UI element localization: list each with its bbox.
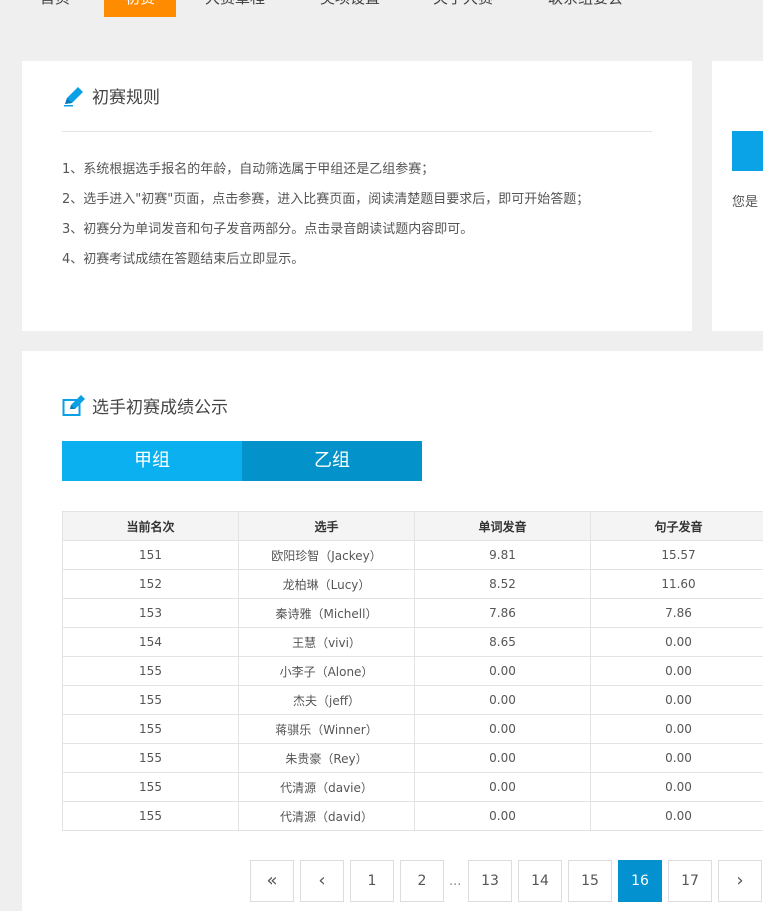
tab-group-a[interactable]: 甲组 [62,441,242,481]
results-header: 选手初赛成绩公示 [62,393,228,418]
column-header: 单词发音 [415,512,591,541]
player-cell: 小李子（Alone） [239,657,415,686]
page-button-15[interactable]: 15 [568,860,612,902]
word-score-cell: 0.00 [415,802,591,831]
player-cell: 朱贵豪（Rey） [239,744,415,773]
table-row: 151 欧阳珍智（Jackey） 9.81 15.57 [63,541,763,570]
next-page-button[interactable]: › [718,860,762,902]
nav-item-rules[interactable]: 大赛章程 [205,0,265,17]
page-button-2[interactable]: 2 [400,860,444,902]
results-title: 选手初赛成绩公示 [92,393,228,418]
column-header: 当前名次 [63,512,239,541]
sentence-score-cell: 0.00 [591,657,763,686]
results-table: 当前名次 选手 单词发音 句子发音 151 欧阳珍智（Jackey） 9.81 … [62,511,763,831]
pencil-icon [62,84,86,108]
pagination-ellipsis: ... [449,874,461,889]
side-card: 您是 [712,61,763,331]
rank-cell: 155 [63,744,239,773]
sentence-score-cell: 0.00 [591,628,763,657]
rank-cell: 155 [63,802,239,831]
edit-note-icon [62,394,86,418]
player-cell: 王慧（vivi） [239,628,415,657]
table-row: 155 代清源（david） 0.00 0.00 [63,802,763,831]
player-cell: 蒋骐乐（Winner） [239,715,415,744]
rank-cell: 155 [63,773,239,802]
nav-item-contact[interactable]: 联系组委会 [548,0,623,17]
rank-cell: 153 [63,599,239,628]
nav-item-about[interactable]: 关于大赛 [433,0,493,17]
side-action-button[interactable] [732,131,763,171]
page-button-13[interactable]: 13 [468,860,512,902]
sentence-score-cell: 7.86 [591,599,763,628]
table-row: 152 龙柏琳（Lucy） 8.52 11.60 [63,570,763,599]
table-row: 155 小李子（Alone） 0.00 0.00 [63,657,763,686]
page-button-16-current[interactable]: 16 [618,860,662,902]
rank-cell: 155 [63,686,239,715]
rank-cell: 151 [63,541,239,570]
sentence-score-cell: 11.60 [591,570,763,599]
word-score-cell: 0.00 [415,686,591,715]
results-card: 选手初赛成绩公示 甲组 乙组 当前名次 选手 单词发音 句子发音 151 欧阳珍… [22,351,763,911]
first-page-button[interactable]: « [250,860,294,902]
divider [62,131,652,132]
table-row: 155 蒋骐乐（Winner） 0.00 0.00 [63,715,763,744]
rank-cell: 155 [63,715,239,744]
word-score-cell: 9.81 [415,541,591,570]
word-score-cell: 0.00 [415,744,591,773]
table-row: 154 王慧（vivi） 8.65 0.00 [63,628,763,657]
table-header-row: 当前名次 选手 单词发音 句子发音 [63,512,763,541]
page-button-1[interactable]: 1 [350,860,394,902]
column-header: 选手 [239,512,415,541]
column-header: 句子发音 [591,512,763,541]
side-text: 您是 [732,191,758,210]
rule-line: 1、系统根据选手报名的年龄，自动筛选属于甲组还是乙组参赛； [62,158,434,177]
rule-line: 4、初赛考试成绩在答题结束后立即显示。 [62,248,304,267]
word-score-cell: 7.86 [415,599,591,628]
rules-title: 初赛规则 [92,83,160,108]
sentence-score-cell: 0.00 [591,744,763,773]
rule-line: 2、选手进入"初赛"页面，点击参赛，进入比赛页面，阅读清楚题目要求后，即可开始答… [62,188,589,207]
table-row: 155 杰夫（jeff） 0.00 0.00 [63,686,763,715]
group-tabs: 甲组 乙组 [62,441,422,481]
player-cell: 秦诗雅（Michell） [239,599,415,628]
rank-cell: 154 [63,628,239,657]
sentence-score-cell: 0.00 [591,802,763,831]
rank-cell: 152 [63,570,239,599]
sentence-score-cell: 0.00 [591,715,763,744]
table-row: 155 朱贵豪（Rey） 0.00 0.00 [63,744,763,773]
player-cell: 代清源（davie） [239,773,415,802]
word-score-cell: 8.65 [415,628,591,657]
table-row: 155 代清源（davie） 0.00 0.00 [63,773,763,802]
prev-page-button[interactable]: ‹ [300,860,344,902]
table-row: 153 秦诗雅（Michell） 7.86 7.86 [63,599,763,628]
word-score-cell: 8.52 [415,570,591,599]
top-nav: 首页 初赛 大赛章程 奖项设置 关于大赛 联系组委会 [0,0,763,17]
rules-card: 初赛规则 1、系统根据选手报名的年龄，自动筛选属于甲组还是乙组参赛； 2、选手进… [22,61,692,331]
nav-item-home[interactable]: 首页 [40,0,70,17]
player-cell: 欧阳珍智（Jackey） [239,541,415,570]
sentence-score-cell: 15.57 [591,541,763,570]
player-cell: 龙柏琳（Lucy） [239,570,415,599]
nav-item-awards[interactable]: 奖项设置 [320,0,380,17]
tab-group-b[interactable]: 乙组 [242,441,422,481]
sentence-score-cell: 0.00 [591,686,763,715]
page-button-14[interactable]: 14 [518,860,562,902]
sentence-score-cell: 0.00 [591,773,763,802]
rank-cell: 155 [63,657,239,686]
rule-line: 3、初赛分为单词发音和句子发音两部分。点击录音朗读试题内容即可。 [62,218,473,237]
player-cell: 杰夫（jeff） [239,686,415,715]
word-score-cell: 0.00 [415,773,591,802]
word-score-cell: 0.00 [415,657,591,686]
rules-header: 初赛规则 [62,83,160,108]
word-score-cell: 0.00 [415,715,591,744]
nav-item-preliminary[interactable]: 初赛 [104,0,176,17]
page-button-17[interactable]: 17 [668,860,712,902]
player-cell: 代清源（david） [239,802,415,831]
